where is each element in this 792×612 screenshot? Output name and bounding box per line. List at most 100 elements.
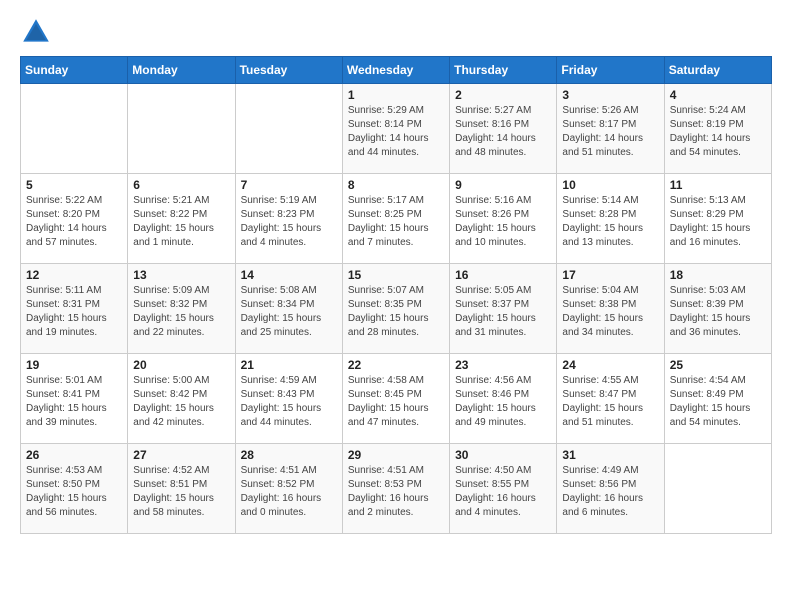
day-number: 10	[562, 178, 658, 192]
day-info: Sunrise: 5:13 AMSunset: 8:29 PMDaylight:…	[670, 194, 766, 250]
calendar-cell: 16 Sunrise: 5:05 AMSunset: 8:37 PMDayligh…	[450, 264, 557, 354]
day-info: Sunrise: 5:03 AMSunset: 8:39 PMDaylight:…	[670, 284, 766, 340]
calendar-week-row: 26 Sunrise: 4:53 AMSunset: 8:50 PMDayligh…	[21, 444, 772, 534]
day-number: 23	[455, 358, 551, 372]
weekday-header: Sunday	[21, 57, 128, 84]
calendar-week-row: 1 Sunrise: 5:29 AMSunset: 8:14 PMDaylight…	[21, 84, 772, 174]
calendar-cell: 19 Sunrise: 5:01 AMSunset: 8:41 PMDayligh…	[21, 354, 128, 444]
day-info: Sunrise: 5:01 AMSunset: 8:41 PMDaylight:…	[26, 374, 122, 430]
logo-icon	[20, 16, 52, 48]
calendar-cell: 2Sunrise: 5:27 AMSunset: 8:16 PMDaylight…	[450, 84, 557, 174]
weekday-row: SundayMondayTuesdayWednesdayThursdayFrid…	[21, 57, 772, 84]
day-number: 27	[133, 448, 229, 462]
day-info: Sunrise: 4:54 AMSunset: 8:49 PMDaylight:…	[670, 374, 766, 430]
calendar-table: SundayMondayTuesdayWednesdayThursdayFrid…	[20, 56, 772, 534]
day-number: 28	[241, 448, 337, 462]
day-number: 13	[133, 268, 229, 282]
calendar-cell: 5Sunrise: 5:22 AMSunset: 8:20 PMDaylight…	[21, 174, 128, 264]
calendar-week-row: 12 Sunrise: 5:11 AMSunset: 8:31 PMDayligh…	[21, 264, 772, 354]
calendar-cell: 24 Sunrise: 4:55 AMSunset: 8:47 PMDayligh…	[557, 354, 664, 444]
calendar-cell	[664, 444, 771, 534]
day-info: Sunrise: 5:16 AMSunset: 8:26 PMDaylight:…	[455, 194, 551, 250]
day-info: Sunrise: 5:26 AMSunset: 8:17 PMDaylight:…	[562, 104, 658, 160]
day-info: Sunrise: 4:55 AMSunset: 8:47 PMDaylight:…	[562, 374, 658, 430]
day-info: Sunrise: 4:59 AMSunset: 8:43 PMDaylight:…	[241, 374, 337, 430]
day-number: 9	[455, 178, 551, 192]
day-number: 17	[562, 268, 658, 282]
calendar-cell: 29Sunrise: 4:51 AMSunset: 8:53 PMDayligh…	[342, 444, 449, 534]
day-number: 8	[348, 178, 444, 192]
weekday-header: Tuesday	[235, 57, 342, 84]
day-number: 5	[26, 178, 122, 192]
day-info: Sunrise: 5:07 AMSunset: 8:35 PMDaylight:…	[348, 284, 444, 340]
day-info: Sunrise: 5:00 AMSunset: 8:42 PMDaylight:…	[133, 374, 229, 430]
calendar-cell: 1 Sunrise: 5:29 AMSunset: 8:14 PMDaylight…	[342, 84, 449, 174]
calendar-cell: 18 Sunrise: 5:03 AMSunset: 8:39 PMDayligh…	[664, 264, 771, 354]
calendar-cell: 8 Sunrise: 5:17 AMSunset: 8:25 PMDaylight…	[342, 174, 449, 264]
day-number: 4	[670, 88, 766, 102]
day-info: Sunrise: 5:05 AMSunset: 8:37 PMDaylight:…	[455, 284, 551, 340]
calendar-cell: 9 Sunrise: 5:16 AMSunset: 8:26 PMDaylight…	[450, 174, 557, 264]
day-info: Sunrise: 5:29 AMSunset: 8:14 PMDaylight:…	[348, 104, 444, 160]
calendar-cell: 7 Sunrise: 5:19 AMSunset: 8:23 PMDaylight…	[235, 174, 342, 264]
day-number: 3	[562, 88, 658, 102]
day-info: Sunrise: 5:17 AMSunset: 8:25 PMDaylight:…	[348, 194, 444, 250]
day-info: Sunrise: 4:58 AMSunset: 8:45 PMDaylight:…	[348, 374, 444, 430]
day-number: 26	[26, 448, 122, 462]
day-info: Sunrise: 4:52 AMSunset: 8:51 PMDaylight:…	[133, 464, 229, 520]
calendar-cell	[128, 84, 235, 174]
calendar-cell: 30 Sunrise: 4:50 AMSunset: 8:55 PMDayligh…	[450, 444, 557, 534]
day-number: 14	[241, 268, 337, 282]
weekday-header: Monday	[128, 57, 235, 84]
calendar-cell: 13 Sunrise: 5:09 AMSunset: 8:32 PMDayligh…	[128, 264, 235, 354]
calendar-cell: 21 Sunrise: 4:59 AMSunset: 8:43 PMDayligh…	[235, 354, 342, 444]
calendar-cell: 26 Sunrise: 4:53 AMSunset: 8:50 PMDayligh…	[21, 444, 128, 534]
day-number: 18	[670, 268, 766, 282]
page-header	[20, 16, 772, 48]
calendar-cell	[235, 84, 342, 174]
weekday-header: Thursday	[450, 57, 557, 84]
day-info: Sunrise: 4:49 AMSunset: 8:56 PMDaylight:…	[562, 464, 658, 520]
day-info: Sunrise: 5:09 AMSunset: 8:32 PMDaylight:…	[133, 284, 229, 340]
day-info: Sunrise: 5:08 AMSunset: 8:34 PMDaylight:…	[241, 284, 337, 340]
calendar-cell: 27 Sunrise: 4:52 AMSunset: 8:51 PMDayligh…	[128, 444, 235, 534]
calendar-cell	[21, 84, 128, 174]
day-info: Sunrise: 4:53 AMSunset: 8:50 PMDaylight:…	[26, 464, 122, 520]
calendar-cell: 6Sunrise: 5:21 AMSunset: 8:22 PMDaylight…	[128, 174, 235, 264]
calendar-week-row: 5Sunrise: 5:22 AMSunset: 8:20 PMDaylight…	[21, 174, 772, 264]
day-number: 24	[562, 358, 658, 372]
calendar-cell: 20Sunrise: 5:00 AMSunset: 8:42 PMDayligh…	[128, 354, 235, 444]
day-number: 1	[348, 88, 444, 102]
day-number: 6	[133, 178, 229, 192]
day-number: 2	[455, 88, 551, 102]
calendar-cell: 23Sunrise: 4:56 AMSunset: 8:46 PMDayligh…	[450, 354, 557, 444]
calendar-cell: 28Sunrise: 4:51 AMSunset: 8:52 PMDayligh…	[235, 444, 342, 534]
day-info: Sunrise: 5:14 AMSunset: 8:28 PMDaylight:…	[562, 194, 658, 250]
day-number: 11	[670, 178, 766, 192]
calendar-cell: 4 Sunrise: 5:24 AMSunset: 8:19 PMDaylight…	[664, 84, 771, 174]
calendar-cell: 3 Sunrise: 5:26 AMSunset: 8:17 PMDaylight…	[557, 84, 664, 174]
day-info: Sunrise: 4:50 AMSunset: 8:55 PMDaylight:…	[455, 464, 551, 520]
day-info: Sunrise: 5:24 AMSunset: 8:19 PMDaylight:…	[670, 104, 766, 160]
day-info: Sunrise: 5:11 AMSunset: 8:31 PMDaylight:…	[26, 284, 122, 340]
calendar-cell: 17Sunrise: 5:04 AMSunset: 8:38 PMDayligh…	[557, 264, 664, 354]
day-number: 7	[241, 178, 337, 192]
day-number: 12	[26, 268, 122, 282]
calendar-cell: 12 Sunrise: 5:11 AMSunset: 8:31 PMDayligh…	[21, 264, 128, 354]
weekday-header: Friday	[557, 57, 664, 84]
calendar-cell: 25Sunrise: 4:54 AMSunset: 8:49 PMDayligh…	[664, 354, 771, 444]
calendar-cell: 14 Sunrise: 5:08 AMSunset: 8:34 PMDayligh…	[235, 264, 342, 354]
calendar-cell: 11 Sunrise: 5:13 AMSunset: 8:29 PMDayligh…	[664, 174, 771, 264]
calendar-body: 1 Sunrise: 5:29 AMSunset: 8:14 PMDaylight…	[21, 84, 772, 534]
calendar-cell: 15Sunrise: 5:07 AMSunset: 8:35 PMDayligh…	[342, 264, 449, 354]
day-info: Sunrise: 5:19 AMSunset: 8:23 PMDaylight:…	[241, 194, 337, 250]
day-number: 22	[348, 358, 444, 372]
day-number: 29	[348, 448, 444, 462]
day-number: 30	[455, 448, 551, 462]
day-number: 19	[26, 358, 122, 372]
day-number: 16	[455, 268, 551, 282]
calendar-cell: 31Sunrise: 4:49 AMSunset: 8:56 PMDayligh…	[557, 444, 664, 534]
weekday-header: Wednesday	[342, 57, 449, 84]
calendar-week-row: 19 Sunrise: 5:01 AMSunset: 8:41 PMDayligh…	[21, 354, 772, 444]
day-number: 21	[241, 358, 337, 372]
